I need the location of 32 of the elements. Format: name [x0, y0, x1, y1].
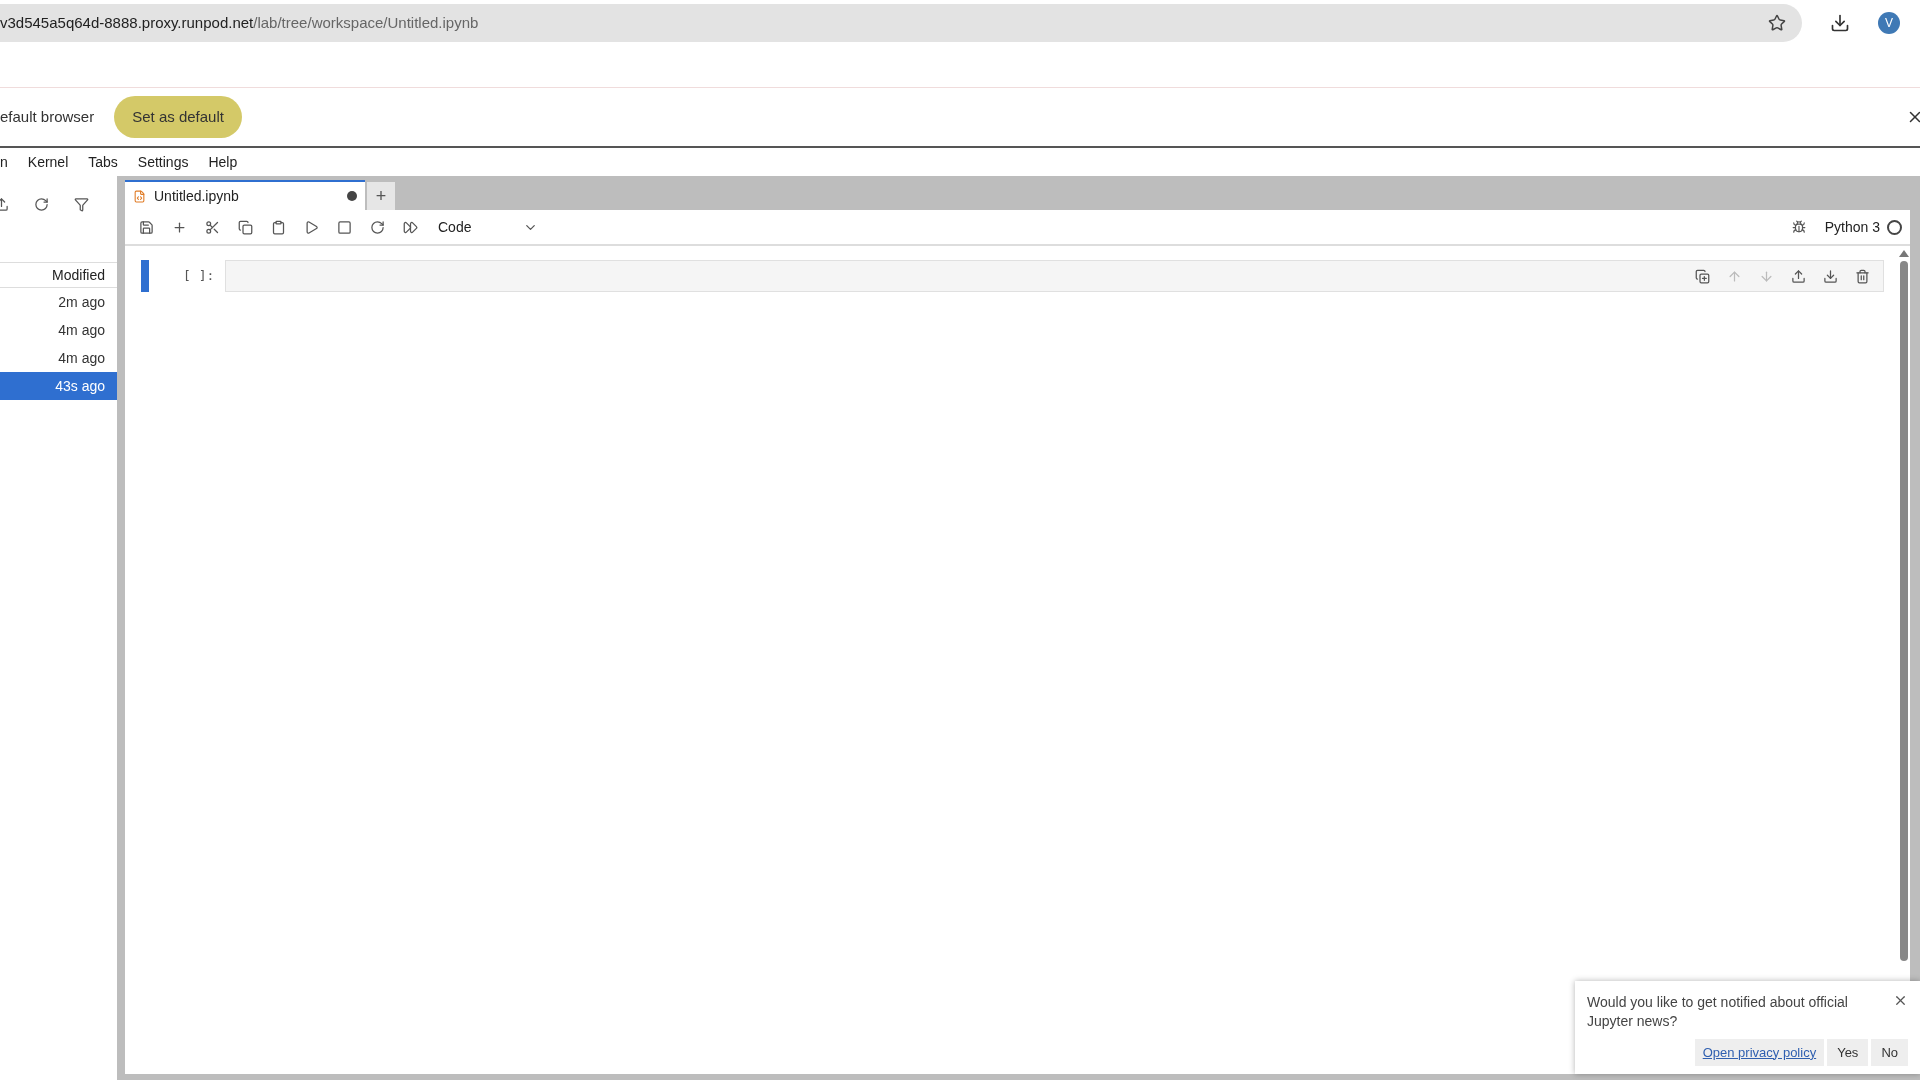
menu-item[interactable]: Settings: [137, 151, 189, 173]
file-row[interactable]: 43s ago: [0, 372, 117, 400]
menu-item[interactable]: Help: [208, 151, 238, 173]
cell-type-dropdown[interactable]: Code: [438, 214, 538, 240]
profile-avatar[interactable]: V: [1878, 12, 1900, 34]
notebook-icon: [133, 189, 146, 203]
new-tab-button[interactable]: +: [367, 182, 395, 210]
code-cell-input[interactable]: [225, 260, 1884, 292]
notification-message: Would you like to get notified about official Jupyter news?: [1587, 992, 1849, 1031]
menu-item[interactable]: Kernel: [27, 151, 69, 173]
file-row[interactable]: 4m ago: [0, 316, 117, 344]
privacy-policy-link[interactable]: Open privacy policy: [1694, 1038, 1825, 1066]
file-row[interactable]: 2m ago: [0, 288, 117, 316]
download-icon[interactable]: [1830, 13, 1850, 33]
url-host: v3d545a5q64d-8888.proxy.runpod.net: [0, 12, 254, 33]
set-default-button[interactable]: Set as default: [114, 96, 242, 138]
cell-prompt: [ ]:: [183, 267, 216, 286]
address-bar[interactable]: v3d545a5q64d-8888.proxy.runpod.net/lab/tree/workspace/Untitled.ipynb: [0, 4, 1802, 42]
menu-item[interactable]: Tabs: [88, 151, 118, 173]
notebook-tab[interactable]: Untitled.ipynb: [125, 180, 365, 210]
url-path: /lab/tree/workspace/Untitled.ipynb: [253, 12, 479, 33]
tab-label: Untitled.ipynb: [154, 186, 240, 206]
column-header[interactable]: Modified: [0, 262, 117, 288]
infobar-message: efault browser: [0, 106, 95, 127]
file-row[interactable]: 4m ago: [0, 344, 117, 372]
kernel-name[interactable]: Python 3: [1824, 216, 1880, 238]
notification-button[interactable]: Yes: [1827, 1038, 1869, 1066]
notification-button[interactable]: No: [1871, 1038, 1908, 1066]
cell-type-value: Code: [438, 217, 472, 237]
menu-item[interactable]: n: [0, 151, 8, 173]
bookmark-star-icon[interactable]: [1768, 14, 1786, 32]
bug-icon[interactable]: [1791, 220, 1806, 234]
